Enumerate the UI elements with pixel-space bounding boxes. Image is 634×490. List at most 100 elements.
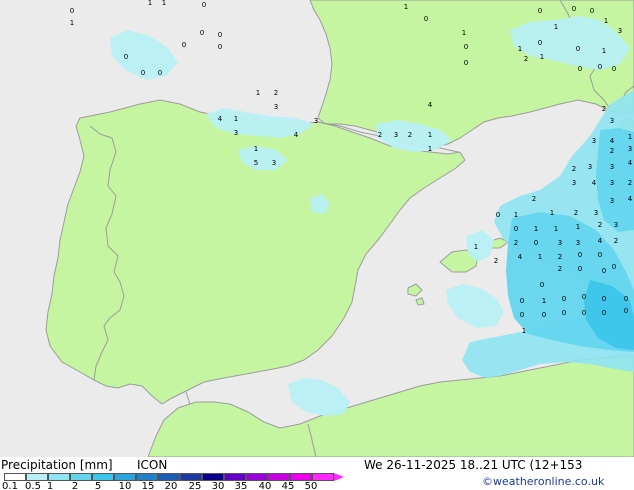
cell-value: 0 — [624, 307, 628, 315]
colorbar-segment — [4, 473, 26, 481]
cell-value: 0 — [464, 43, 468, 51]
cell-value: 0 — [602, 309, 606, 317]
cell-value: 0 — [158, 69, 162, 77]
cell-value: 0 — [514, 225, 518, 233]
cell-value: 0 — [562, 295, 566, 303]
cell-value: 1 — [256, 89, 260, 97]
cell-value: 4 — [518, 253, 523, 261]
cell-value: 3 — [576, 239, 580, 247]
cell-value: 0 — [578, 251, 582, 259]
cell-value: 0 — [538, 39, 542, 47]
cell-value: 1 — [518, 45, 522, 53]
cell-value: 1 — [522, 327, 526, 335]
cell-value: 3 — [588, 163, 592, 171]
colorbar-label: 35 — [234, 481, 248, 490]
colorbar-label: 5 — [94, 481, 102, 490]
cell-value: 3 — [610, 197, 614, 205]
colorbar-label: 1 — [46, 481, 54, 490]
credit-text: ©weatheronline.co.uk — [482, 475, 605, 488]
cell-value: 2 — [524, 55, 528, 63]
cell-value: 0 — [124, 53, 128, 61]
colorbar-label: 30 — [211, 481, 225, 490]
cell-value: 1 — [554, 225, 558, 233]
cell-value: 3 — [234, 129, 238, 137]
colorbar-segment — [290, 473, 312, 481]
colorbar-label: 0.1 — [2, 481, 18, 490]
cell-value: 1 — [148, 0, 152, 7]
cell-value: 2 — [408, 131, 412, 139]
cell-value: 3 — [614, 221, 618, 229]
cell-value: 0 — [598, 63, 602, 71]
cell-value: 0 — [200, 29, 204, 37]
cell-value: 1 — [404, 3, 408, 11]
cell-value: 1 — [602, 47, 606, 55]
cell-value: 3 — [618, 27, 622, 35]
cell-value: 3 — [272, 159, 276, 167]
cell-value: 0 — [542, 311, 546, 319]
cell-value: 1 — [474, 243, 478, 251]
legend-title: Precipitation [mm] — [1, 458, 113, 472]
weather-map-figure: 0111000000001010000010121000013112341315… — [0, 0, 634, 490]
cell-value: 3 — [572, 179, 576, 187]
cell-value: 2 — [628, 179, 632, 187]
cell-value: 2 — [614, 237, 618, 245]
cell-value: 0 — [70, 7, 74, 15]
colorbar-label: 2 — [71, 481, 79, 490]
cell-value: 0 — [534, 239, 538, 247]
cell-value: 2 — [610, 147, 614, 155]
cell-value: 1 — [542, 297, 546, 305]
cell-value: 1 — [538, 253, 542, 261]
cell-value: 2 — [378, 131, 382, 139]
cell-value: 2 — [598, 221, 602, 229]
cell-value: 1 — [234, 115, 238, 123]
colorbar-segment — [202, 473, 224, 481]
cell-value: 2 — [574, 209, 578, 217]
colorbar-label: 15 — [141, 481, 155, 490]
colorbar-label: 50 — [304, 481, 318, 490]
validity-time: We 26-11-2025 18..21 UTC (12+153 — [364, 458, 583, 472]
cell-value: 1 — [534, 225, 538, 233]
colorbar-segment — [158, 473, 180, 481]
cell-value: 0 — [464, 59, 468, 67]
cell-value: 4 — [592, 179, 597, 187]
colorbar-label: 40 — [258, 481, 272, 490]
colorbar-segment — [114, 473, 136, 481]
cell-value: 0 — [424, 15, 428, 23]
cell-value: 3 — [628, 145, 632, 153]
cell-value: 4 — [294, 131, 299, 139]
cell-value: 2 — [558, 265, 562, 273]
colorbar-label: 25 — [188, 481, 202, 490]
colorbar-segment — [26, 473, 48, 481]
colorbar-segment — [48, 473, 70, 481]
cell-value: 4 — [598, 237, 603, 245]
cell-value: 0 — [540, 281, 544, 289]
cell-value: 3 — [610, 179, 614, 187]
cell-value: 4 — [218, 115, 223, 123]
cell-value: 0 — [582, 293, 586, 301]
cell-value: 0 — [624, 295, 628, 303]
cell-value: 0 — [520, 311, 524, 319]
cell-value: 1 — [550, 209, 554, 217]
colorbar-segment — [180, 473, 202, 481]
cell-value: 1 — [428, 145, 432, 153]
cell-value: 1 — [576, 223, 580, 231]
colorbar-segment — [70, 473, 92, 481]
colorbar-label: 20 — [164, 481, 178, 490]
cell-value: 3 — [558, 239, 562, 247]
cell-value: 3 — [592, 137, 596, 145]
cell-value: 3 — [594, 209, 598, 217]
cell-value: 0 — [612, 263, 616, 271]
cell-value: 1 — [254, 145, 258, 153]
cell-value: 0 — [612, 65, 616, 73]
cell-value: 4 — [628, 195, 633, 203]
colorbar-segment — [268, 473, 290, 481]
cell-value: 5 — [254, 159, 258, 167]
cell-value: 0 — [141, 69, 145, 77]
cell-value: 0 — [578, 65, 582, 73]
cell-value: 0 — [538, 7, 542, 15]
cell-value: 0 — [218, 31, 222, 39]
model-name: ICON — [137, 458, 168, 472]
colorbar-label: 45 — [281, 481, 295, 490]
cell-value: 4 — [428, 101, 433, 109]
cell-value: 4 — [610, 137, 615, 145]
